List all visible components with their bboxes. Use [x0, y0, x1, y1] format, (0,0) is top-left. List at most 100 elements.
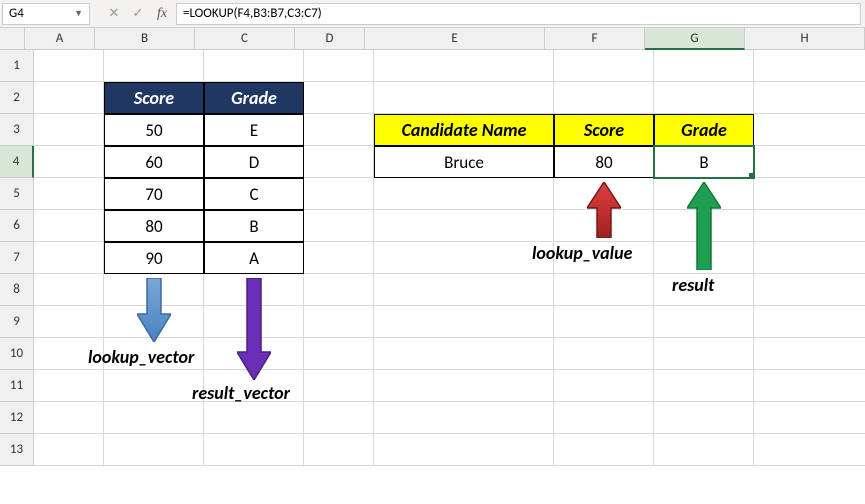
- cell-D11[interactable]: [304, 370, 374, 402]
- result-header-grade[interactable]: Grade: [654, 114, 754, 146]
- cell-F8[interactable]: [554, 274, 654, 306]
- cell-E1[interactable]: [374, 50, 554, 82]
- cell-E13[interactable]: [374, 434, 554, 466]
- insert-function-icon[interactable]: fx: [150, 3, 174, 25]
- lookup-score-4[interactable]: 90: [104, 242, 204, 274]
- cell-A1[interactable]: [34, 50, 104, 82]
- lookup-grade-4[interactable]: A: [204, 242, 304, 274]
- col-header-D[interactable]: D: [295, 28, 365, 50]
- formula-input[interactable]: =LOOKUP(F4,B3:B7,C3:C7): [176, 3, 861, 25]
- row-header-10[interactable]: 10: [0, 338, 34, 370]
- cell-H12[interactable]: [754, 402, 865, 434]
- cell-F2[interactable]: [554, 82, 654, 114]
- cell-H1[interactable]: [754, 50, 865, 82]
- row-header-9[interactable]: 9: [0, 306, 34, 338]
- row-header-3[interactable]: 3: [0, 114, 34, 146]
- cell-D13[interactable]: [304, 434, 374, 466]
- confirm-icon[interactable]: ✓: [126, 3, 150, 25]
- cell-H13[interactable]: [754, 434, 865, 466]
- cell-G9[interactable]: [654, 306, 754, 338]
- col-header-G[interactable]: G: [645, 28, 745, 50]
- cell-B11[interactable]: [104, 370, 204, 402]
- cell-C13[interactable]: [204, 434, 304, 466]
- cell-H7[interactable]: [754, 242, 865, 274]
- cell-D5[interactable]: [304, 178, 374, 210]
- cell-H10[interactable]: [754, 338, 865, 370]
- row-header-5[interactable]: 5: [0, 178, 34, 210]
- cell-E2[interactable]: [374, 82, 554, 114]
- cell-H8[interactable]: [754, 274, 865, 306]
- cell-A12[interactable]: [34, 402, 104, 434]
- lookup-grade-3[interactable]: B: [204, 210, 304, 242]
- row-header-7[interactable]: 7: [0, 242, 34, 274]
- cell-E7[interactable]: [374, 242, 554, 274]
- cell-A5[interactable]: [34, 178, 104, 210]
- lookup-grade-0[interactable]: E: [204, 114, 304, 146]
- cells-area[interactable]: ScoreGrade50E60D70C80B90ACandidate NameS…: [34, 50, 865, 466]
- result-score[interactable]: 80: [554, 146, 654, 178]
- cell-B12[interactable]: [104, 402, 204, 434]
- lookup-score-2[interactable]: 70: [104, 178, 204, 210]
- col-header-B[interactable]: B: [95, 28, 195, 50]
- cell-D7[interactable]: [304, 242, 374, 274]
- cell-G2[interactable]: [654, 82, 754, 114]
- cell-E6[interactable]: [374, 210, 554, 242]
- chevron-down-icon[interactable]: ▼: [74, 8, 83, 19]
- cell-A8[interactable]: [34, 274, 104, 306]
- result-name[interactable]: Bruce: [374, 146, 554, 178]
- cell-D12[interactable]: [304, 402, 374, 434]
- cell-E12[interactable]: [374, 402, 554, 434]
- cell-G1[interactable]: [654, 50, 754, 82]
- fill-handle[interactable]: [749, 173, 755, 179]
- cell-G13[interactable]: [654, 434, 754, 466]
- cell-D8[interactable]: [304, 274, 374, 306]
- lookup-grade-1[interactable]: D: [204, 146, 304, 178]
- row-header-6[interactable]: 6: [0, 210, 34, 242]
- cell-A13[interactable]: [34, 434, 104, 466]
- cell-D2[interactable]: [304, 82, 374, 114]
- cell-H2[interactable]: [754, 82, 865, 114]
- cancel-icon[interactable]: ✕: [102, 3, 126, 25]
- cell-B13[interactable]: [104, 434, 204, 466]
- cell-E9[interactable]: [374, 306, 554, 338]
- col-header-H[interactable]: H: [745, 28, 865, 50]
- cell-H6[interactable]: [754, 210, 865, 242]
- cell-F12[interactable]: [554, 402, 654, 434]
- result-header-name[interactable]: Candidate Name: [374, 114, 554, 146]
- cell-H5[interactable]: [754, 178, 865, 210]
- row-header-12[interactable]: 12: [0, 402, 34, 434]
- cell-C12[interactable]: [204, 402, 304, 434]
- cell-A3[interactable]: [34, 114, 104, 146]
- cell-D1[interactable]: [304, 50, 374, 82]
- lookup-score-1[interactable]: 60: [104, 146, 204, 178]
- cell-D4[interactable]: [304, 146, 374, 178]
- cell-A7[interactable]: [34, 242, 104, 274]
- cell-E11[interactable]: [374, 370, 554, 402]
- lookup-header-score[interactable]: Score: [104, 82, 204, 114]
- cell-F11[interactable]: [554, 370, 654, 402]
- cell-A2[interactable]: [34, 82, 104, 114]
- cell-E8[interactable]: [374, 274, 554, 306]
- select-all-corner[interactable]: [0, 28, 25, 50]
- cell-F10[interactable]: [554, 338, 654, 370]
- cell-D10[interactable]: [304, 338, 374, 370]
- cell-G12[interactable]: [654, 402, 754, 434]
- name-box[interactable]: G4 ▼: [2, 3, 90, 25]
- cell-D6[interactable]: [304, 210, 374, 242]
- cell-A6[interactable]: [34, 210, 104, 242]
- lookup-score-0[interactable]: 50: [104, 114, 204, 146]
- cell-F9[interactable]: [554, 306, 654, 338]
- cell-H11[interactable]: [754, 370, 865, 402]
- cell-H4[interactable]: [754, 146, 865, 178]
- col-header-A[interactable]: A: [25, 28, 95, 50]
- col-header-C[interactable]: C: [195, 28, 295, 50]
- row-header-11[interactable]: 11: [0, 370, 34, 402]
- cell-E10[interactable]: [374, 338, 554, 370]
- col-header-F[interactable]: F: [545, 28, 645, 50]
- row-header-4[interactable]: 4: [0, 146, 34, 178]
- row-header-13[interactable]: 13: [0, 434, 34, 466]
- result-grade[interactable]: B: [654, 146, 754, 178]
- spreadsheet-grid[interactable]: ABCDEFGH 12345678910111213 ScoreGrade50E…: [0, 28, 865, 466]
- result-header-score[interactable]: Score: [554, 114, 654, 146]
- cell-G11[interactable]: [654, 370, 754, 402]
